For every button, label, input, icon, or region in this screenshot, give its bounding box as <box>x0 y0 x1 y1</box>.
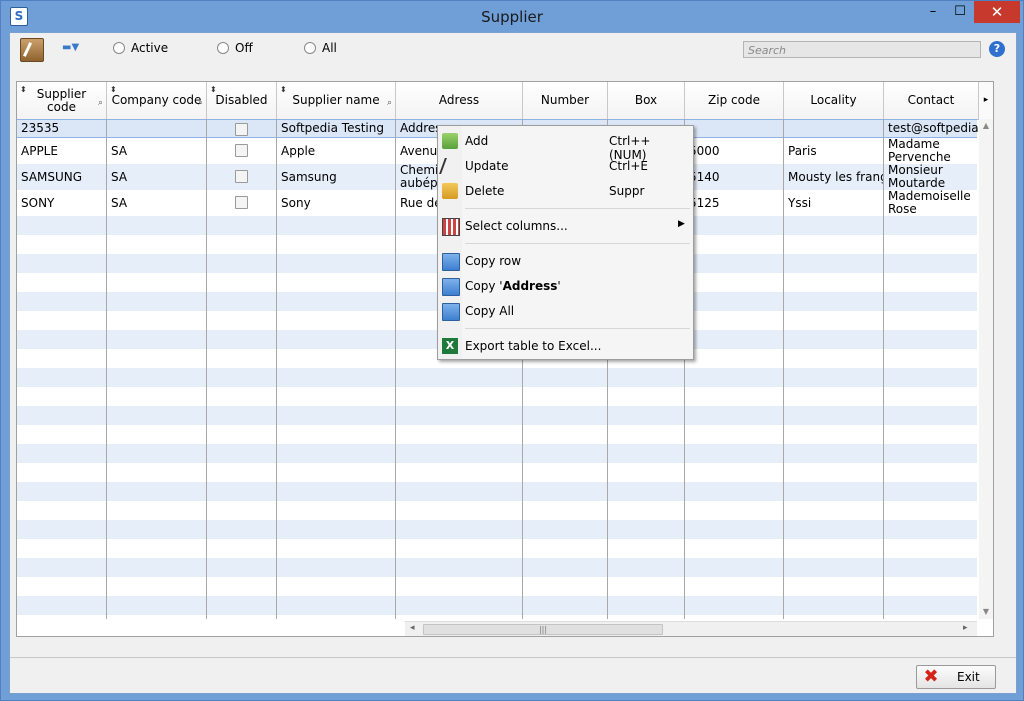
empty-row <box>17 558 977 577</box>
menu-item-copy-all[interactable]: Copy All <box>438 299 691 323</box>
empty-row <box>17 482 977 501</box>
radio-circle-icon <box>217 42 229 54</box>
empty-row <box>17 368 977 387</box>
footer-divider <box>10 657 1016 658</box>
menu-separator <box>465 243 690 244</box>
column-header-locality[interactable]: Locality <box>784 82 884 119</box>
filter-search-icon[interactable]: ⌕ <box>98 97 103 110</box>
empty-row <box>17 444 977 463</box>
delete-icon <box>442 183 458 199</box>
scroll-up-icon[interactable]: ▲ <box>979 121 993 130</box>
menu-item-copy-row[interactable]: Copy row <box>438 249 691 273</box>
menu-item-update[interactable]: Update Ctrl+E <box>438 154 691 178</box>
menu-item-copy-address[interactable]: Copy 'Address' <box>438 274 691 298</box>
submenu-arrow-icon: ▶ <box>678 219 685 229</box>
column-header-disabled[interactable]: ⬍ Disabled <box>207 82 277 119</box>
column-divider <box>106 119 107 619</box>
vertical-scrollbar[interactable]: ▲ ▼ <box>979 119 993 619</box>
column-divider <box>883 119 884 619</box>
window-title: Supplier <box>481 8 543 26</box>
radio-label: All <box>322 41 337 55</box>
sort-icon[interactable]: ⬍ <box>210 83 217 96</box>
columns-icon <box>442 218 460 236</box>
empty-row <box>17 501 977 520</box>
column-header-number[interactable]: Number <box>523 82 608 119</box>
column-divider <box>276 119 277 619</box>
empty-row <box>17 596 977 615</box>
copy-icon <box>442 278 460 296</box>
scroll-right-icon[interactable]: ▸ <box>963 623 968 633</box>
column-divider <box>206 119 207 619</box>
disabled-checkbox[interactable] <box>235 144 248 157</box>
column-divider <box>395 119 396 619</box>
menu-separator <box>465 328 690 329</box>
radio-off[interactable]: Off <box>217 41 253 55</box>
scroll-thumb[interactable]: ||| <box>423 624 663 635</box>
close-button[interactable]: ✕ <box>974 1 1020 23</box>
empty-row <box>17 577 977 596</box>
minimize-button[interactable]: – <box>919 1 947 23</box>
sort-icon[interactable]: ⬍ <box>280 83 287 96</box>
header-scroll-right-icon[interactable]: ▸ <box>979 82 993 119</box>
menu-item-add[interactable]: Add Ctrl++ (NUM) <box>438 129 691 162</box>
toolbar: ▬▼ Active Off All Search ? <box>10 33 1016 67</box>
disabled-checkbox[interactable] <box>235 196 248 209</box>
radio-label: Off <box>235 41 253 55</box>
excel-icon: X <box>442 338 458 354</box>
sort-icon[interactable]: ⬍ <box>20 83 27 96</box>
update-icon <box>439 158 463 174</box>
scroll-down-icon[interactable]: ▼ <box>979 607 993 616</box>
scroll-left-icon[interactable]: ◂ <box>410 623 415 633</box>
help-icon[interactable]: ? <box>989 41 1005 57</box>
empty-row <box>17 406 977 425</box>
table-header: ⬍ Supplier code ⌕ ⬍ Company code ⌕ ⬍ Disabled… <box>17 82 993 120</box>
edit-icon[interactable] <box>20 38 44 62</box>
filter-search-icon[interactable]: ⌕ <box>198 97 203 110</box>
empty-row <box>17 387 977 406</box>
column-header-box[interactable]: Box <box>608 82 685 119</box>
menu-item-export-excel[interactable]: X Export table to Excel... <box>438 334 691 358</box>
column-header-supplier-name[interactable]: ⬍ Supplier name ⌕ <box>277 82 396 119</box>
empty-row <box>17 463 977 482</box>
radio-label: Active <box>131 41 169 55</box>
radio-circle-icon <box>304 42 316 54</box>
column-header-company-code[interactable]: ⬍ Company code ⌕ <box>107 82 207 119</box>
radio-all[interactable]: All <box>304 41 337 55</box>
menu-separator <box>465 208 690 209</box>
copy-all-icon <box>442 303 460 321</box>
horizontal-scrollbar[interactable]: ◂ ||| ▸ <box>405 621 977 636</box>
empty-row <box>17 539 977 558</box>
radio-active[interactable]: Active <box>113 41 168 55</box>
filter-dropdown-icon[interactable]: ▬▼ <box>62 43 79 53</box>
filter-search-icon[interactable]: ⌕ <box>387 97 392 110</box>
disabled-checkbox[interactable] <box>235 170 248 183</box>
menu-item-delete[interactable]: Delete Suppr <box>438 179 691 203</box>
search-input[interactable]: Search <box>743 41 981 58</box>
add-icon <box>442 133 458 149</box>
maximize-button[interactable]: ☐ <box>946 1 974 23</box>
menu-item-select-columns[interactable]: Select columns... ▶ <box>438 214 691 238</box>
disabled-checkbox[interactable] <box>235 123 248 136</box>
exit-x-icon: ✖ <box>923 666 939 687</box>
column-header-adress[interactable]: Adress <box>396 82 523 119</box>
radio-circle-icon <box>113 42 125 54</box>
column-header-zip-code[interactable]: Zip code <box>685 82 784 119</box>
empty-row <box>17 425 977 444</box>
column-divider <box>783 119 784 619</box>
title-bar[interactable]: S Supplier – ☐ ✕ <box>1 1 1023 32</box>
sort-icon[interactable]: ⬍ <box>110 83 117 96</box>
copy-icon <box>442 253 460 271</box>
column-header-supplier-code[interactable]: ⬍ Supplier code ⌕ <box>17 82 107 119</box>
context-menu: Add Ctrl++ (NUM) Update Ctrl+E Delete Su… <box>437 125 694 360</box>
exit-button[interactable]: ✖ Exit <box>916 665 996 689</box>
supplier-window: S Supplier – ☐ ✕ ▬▼ Active Off All Searc… <box>0 0 1024 701</box>
empty-row <box>17 520 977 539</box>
column-header-contact[interactable]: Contact <box>884 82 979 119</box>
